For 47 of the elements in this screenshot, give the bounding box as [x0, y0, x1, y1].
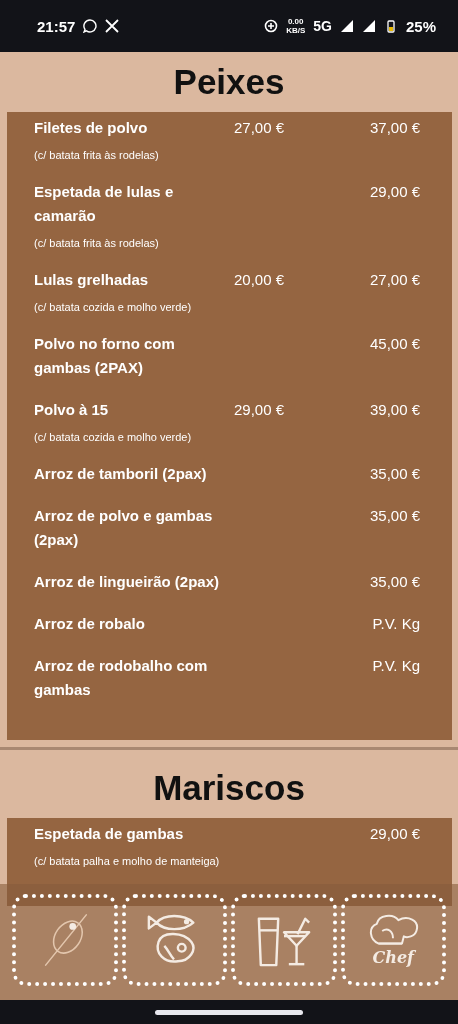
- signal-icon: [339, 19, 354, 33]
- category-button[interactable]: Chef: [340, 894, 446, 986]
- category-button[interactable]: [231, 894, 337, 986]
- speed-unit: KB/S: [286, 26, 306, 35]
- dish-price: P.V. Kg: [372, 657, 420, 674]
- x-logo-icon: [105, 19, 120, 33]
- dish-price: 29,00 €: [234, 401, 285, 418]
- dish-name: Arroz de lingueirão (2pax): [34, 572, 221, 592]
- dish-price: 39,00 €: [369, 401, 420, 418]
- home-indicator[interactable]: [155, 1009, 303, 1015]
- battery-level: 25%: [405, 17, 436, 35]
- section-title: Peixes: [172, 61, 286, 103]
- dish-name: Espetada de lulas e camarão: [34, 182, 175, 226]
- dish-price: 29,00 €: [369, 825, 420, 842]
- dish-price: 29,00 €: [369, 183, 420, 200]
- dish-name: Arroz de polvo e gambas (2pax): [34, 506, 214, 550]
- dish-price: 37,00 €: [369, 119, 420, 136]
- category-button[interactable]: [12, 894, 118, 986]
- chat-icon: [83, 19, 98, 33]
- data-saver-icon: [264, 19, 279, 33]
- dish-name: Polvo à 15: [34, 400, 110, 420]
- dish-price: 20,00 €: [234, 271, 285, 288]
- dish-price: P.V. Kg: [372, 615, 420, 632]
- dish-note: (c/ batata frita às rodelas): [34, 236, 159, 250]
- dish-name: Arroz de robalo: [34, 614, 146, 634]
- network-type: 5G: [313, 18, 332, 34]
- dish-name: Lulas grelhadas: [34, 270, 150, 290]
- dish-name: Arroz de rodobalho com gambas: [34, 656, 209, 700]
- network-speed: 0.00: [287, 17, 304, 26]
- dish-price: 27,00 €: [234, 119, 285, 136]
- dish-name: Espetada de gambas: [34, 824, 185, 844]
- dish-price: 45,00 €: [369, 335, 420, 352]
- section-title: Mariscos: [152, 767, 306, 809]
- dish-note: (c/ batata palha e molho de manteiga): [34, 854, 220, 868]
- dish-name: Arroz de tamboril (2pax): [34, 464, 208, 484]
- signal-icon: [361, 19, 376, 33]
- dish-price: 35,00 €: [369, 573, 420, 590]
- dish-price: 27,00 €: [369, 271, 420, 288]
- dish-note: (c/ batata cozida e molho verde): [34, 430, 192, 444]
- dish-note: (c/ batata frita às rodelas): [34, 148, 159, 162]
- dish-price: 35,00 €: [369, 507, 420, 524]
- dish-name: Polvo no forno com gambas (2PAX): [34, 334, 176, 378]
- category-button[interactable]: [121, 894, 227, 986]
- dish-note: (c/ batata cozida e molho verde): [34, 300, 192, 314]
- status-time: 21:57: [37, 17, 76, 35]
- dish-name: Filetes de polvo: [34, 118, 149, 138]
- dish-price: 35,00 €: [369, 465, 420, 482]
